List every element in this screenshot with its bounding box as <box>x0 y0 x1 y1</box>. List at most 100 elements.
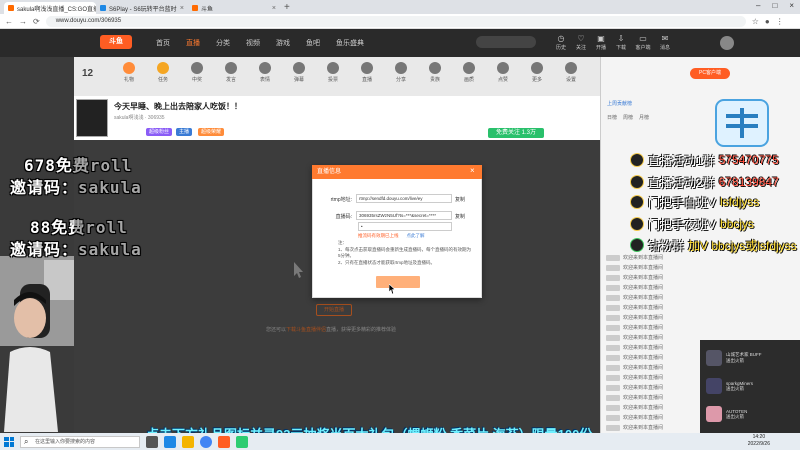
rtmp-address-field[interactable]: rtmp://sendfd.douyu.com/live/ey <box>356 194 452 203</box>
header-history[interactable]: ◷ 历史 <box>552 34 570 51</box>
fan-badge-icon <box>606 414 620 421</box>
nav-live[interactable]: 直播 <box>186 38 200 48</box>
windows-start-icon[interactable] <box>4 436 14 447</box>
task-view-icon[interactable] <box>146 435 158 448</box>
copy-code-button[interactable]: 复制 <box>455 213 465 220</box>
danmaku-icon <box>293 62 305 74</box>
fan-badge-icon <box>606 294 620 301</box>
close-icon[interactable]: × <box>470 166 475 175</box>
back-icon[interactable]: ← <box>5 17 13 26</box>
chat-message: 欢迎来到本直播间 <box>606 274 716 283</box>
tab-monthly[interactable]: 月榜 <box>639 114 649 121</box>
nav-category[interactable]: 分类 <box>216 38 230 48</box>
douyu-app-icon[interactable] <box>218 435 230 448</box>
tool-lottery[interactable]: 中奖 <box>184 62 210 83</box>
site-search-input[interactable] <box>476 36 536 48</box>
rank-tabs: 日榜 周榜 月榜 <box>607 114 707 121</box>
header-download[interactable]: ⇩ 下载 <box>612 34 630 51</box>
close-window-icon[interactable]: × <box>789 1 794 10</box>
fans-group: 钻粉群 加V bbcjys或lsfdjyss <box>630 237 797 253</box>
chat-message: 欢迎来到本直播间 <box>606 264 716 273</box>
tool-task[interactable]: 任务 <box>150 62 176 83</box>
nav-video[interactable]: 视频 <box>246 38 260 48</box>
streamer-avatar[interactable] <box>76 99 108 137</box>
douyu-favicon-icon <box>192 5 198 11</box>
tool-settings[interactable]: 设置 <box>558 62 584 83</box>
taskbar-search-input[interactable]: 在这里输入你要搜索的内容 <box>20 435 140 448</box>
tool-share[interactable]: 分享 <box>388 62 414 83</box>
get-code-button[interactable] <box>376 276 420 288</box>
chat-message: 欢迎来到本直播间 <box>606 294 716 303</box>
lottery-icon <box>191 62 203 74</box>
copy-rtmp-button[interactable]: 复制 <box>455 196 465 203</box>
group-item: 直播活动2群 678139847 <box>630 174 779 190</box>
tag-host[interactable]: 主播 <box>176 128 193 136</box>
tool-quality[interactable]: 画质 <box>456 62 482 83</box>
tab-daily[interactable]: 日榜 <box>607 114 617 121</box>
nav-festival[interactable]: 鱼乐盛典 <box>336 38 364 48</box>
fan-badge-icon <box>606 364 620 371</box>
nav-home[interactable]: 首页 <box>156 38 170 48</box>
tool-more[interactable]: 更多 <box>524 62 550 83</box>
browser-tab-1[interactable]: sakula啊浅浅直播_CS:GO直播... × <box>4 2 96 14</box>
tag-super-fan[interactable]: 超级粉丝 <box>146 128 173 136</box>
user-avatar[interactable] <box>720 36 734 50</box>
follow-button[interactable]: 免费关注 1.3万 <box>488 128 544 138</box>
rank-header[interactable]: 上周贡献榜 <box>607 100 707 112</box>
code-select[interactable]: • <box>358 222 452 231</box>
group-item: 门把手夜班V bbcjys <box>630 216 754 232</box>
fan-badge-icon <box>606 254 620 261</box>
header-message[interactable]: ✉ 消息 <box>656 34 674 51</box>
tool-noble[interactable]: 贵族 <box>422 62 448 83</box>
more-icon <box>531 62 543 74</box>
header-follow[interactable]: ♡ 关注 <box>572 34 590 51</box>
heart-icon: ♡ <box>577 34 585 43</box>
chat-message: 欢迎来到本直播间 <box>606 254 716 263</box>
tag-honor[interactable]: 超级荣耀 <box>198 128 225 136</box>
tool-like[interactable]: 点赞 <box>490 62 516 83</box>
help-link[interactable]: 点此了解 <box>407 233 425 238</box>
new-tab-icon[interactable]: + <box>284 2 290 14</box>
profile-icon[interactable]: ● <box>765 17 770 26</box>
door-icon <box>630 217 644 231</box>
taskbar-clock[interactable]: 14:20 2022/9/26 <box>748 434 770 448</box>
header-client[interactable]: ▭ 客户端 <box>634 34 652 51</box>
history-icon: ◷ <box>557 34 565 43</box>
tool-chat[interactable]: 发言 <box>218 62 244 83</box>
minimize-icon[interactable]: – <box>756 1 760 10</box>
tool-danmaku[interactable]: 弹幕 <box>286 62 312 83</box>
fan-badge-icon <box>606 264 620 271</box>
pc-client-button[interactable]: PC客户端 <box>690 68 730 79</box>
folder-icon[interactable] <box>182 435 194 448</box>
tool-vote[interactable]: 投票 <box>320 62 346 83</box>
tool-gift[interactable]: 礼物 <box>116 62 142 83</box>
maximize-icon[interactable]: □ <box>772 1 777 10</box>
header-stream[interactable]: ▣ 开播 <box>592 34 610 51</box>
fan-badge-icon <box>606 284 620 291</box>
url-input[interactable]: www.douyu.com/306935 <box>45 15 746 27</box>
chat-message: 欢迎来到本直播间 <box>606 284 716 293</box>
browser-tab-2[interactable]: S6Play - S6玩转平台蓝时 × <box>96 2 188 14</box>
browser-menu-icon[interactable]: ⋮ <box>776 17 784 26</box>
douyu-logo[interactable]: 斗鱼 <box>100 35 132 49</box>
fan-badge-icon <box>606 374 620 381</box>
room-toolbar: 礼物 任务 中奖 发言 表情 弹幕 投票 直播 分享 贵族 画质 点赞 更多 设… <box>74 62 600 92</box>
fan-badge-icon <box>606 394 620 401</box>
close-tab-icon[interactable]: × <box>272 5 276 12</box>
wechat-app-icon[interactable] <box>236 435 248 448</box>
fan-badge-icon <box>606 344 620 351</box>
browser-tab-3[interactable]: 斗鱼 × <box>188 2 280 14</box>
close-tab-icon[interactable]: × <box>180 5 184 12</box>
fan-badge-icon <box>606 354 620 361</box>
stream-code-field[interactable]: 306935rsZWzN5Uf?ts=***&secret=**** <box>356 211 452 220</box>
edge-icon[interactable] <box>164 435 176 448</box>
bookmark-star-icon[interactable]: ☆ <box>752 17 759 26</box>
nav-games[interactable]: 游戏 <box>276 38 290 48</box>
tab-weekly[interactable]: 周榜 <box>623 114 633 121</box>
tool-live[interactable]: 直播 <box>354 62 380 83</box>
nav-yuba[interactable]: 鱼吧 <box>306 38 320 48</box>
chrome-icon[interactable] <box>200 435 212 448</box>
reload-icon[interactable]: ⟳ <box>33 17 40 26</box>
tool-emoji[interactable]: 表情 <box>252 62 278 83</box>
forward-icon[interactable]: → <box>19 17 27 26</box>
